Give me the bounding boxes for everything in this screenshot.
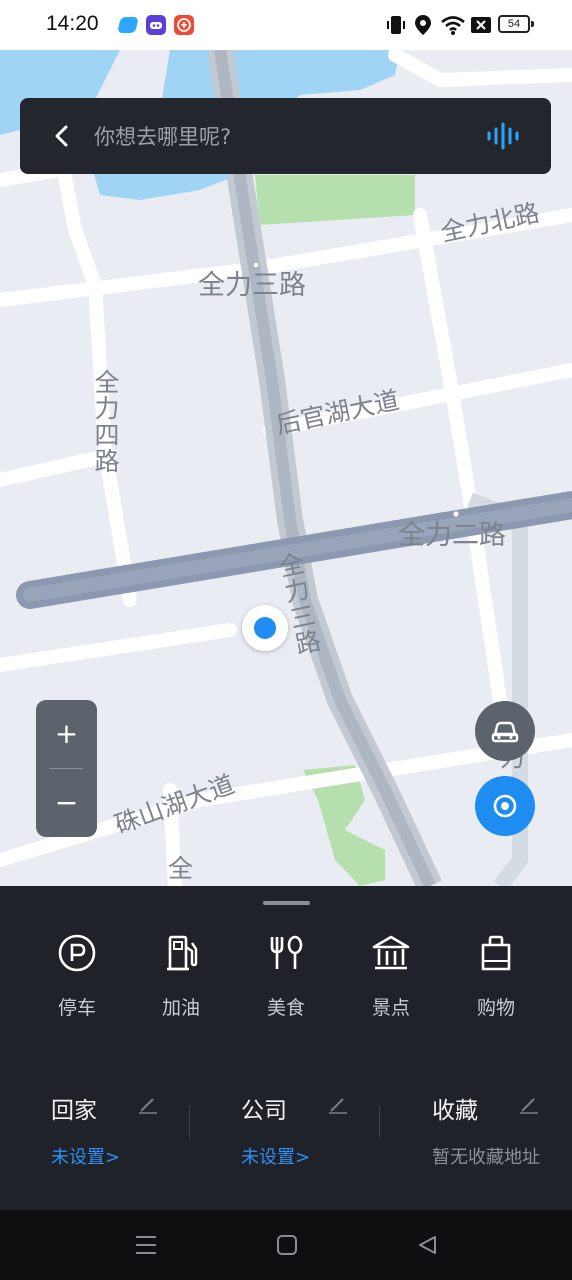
favorite-title: 回家 xyxy=(51,1098,97,1124)
home-icon[interactable] xyxy=(276,1234,298,1256)
favorite-status[interactable]: 未设置> xyxy=(241,1143,381,1169)
road-label-quanli-three: 全力三路 xyxy=(198,270,306,301)
category-label: 景点 xyxy=(371,997,410,1019)
favorite-title: 收藏 xyxy=(432,1098,478,1124)
favorite-separator xyxy=(379,1106,380,1138)
battery-level: 54 xyxy=(507,18,521,30)
locate-button[interactable] xyxy=(475,776,535,836)
edit-icon[interactable] xyxy=(327,1093,349,1115)
battery-tip xyxy=(531,21,534,27)
zoom-control: + − xyxy=(36,700,97,837)
category-label: 美食 xyxy=(266,997,305,1019)
parking-icon xyxy=(58,934,96,972)
system-nav-bar xyxy=(0,1210,572,1280)
category-scenic[interactable]: 景点 xyxy=(356,933,426,1020)
car-icon xyxy=(491,721,519,743)
category-label: 停车 xyxy=(57,997,96,1019)
category-shopping[interactable]: 购物 xyxy=(461,933,531,1020)
favorite-home[interactable]: 回家 未设置> xyxy=(51,1091,191,1169)
category-fuel[interactable]: 加油 xyxy=(146,933,216,1020)
scenic-icon xyxy=(372,935,410,970)
zoom-out-button[interactable]: − xyxy=(36,769,97,837)
category-parking[interactable]: 停车 xyxy=(42,933,112,1020)
search-bar[interactable] xyxy=(20,98,551,174)
road-label-quan: 全 xyxy=(168,854,194,883)
edit-icon[interactable] xyxy=(518,1093,540,1115)
favorite-status[interactable]: 未设置> xyxy=(51,1143,191,1169)
app-icon-blue xyxy=(117,17,139,33)
road-label-quanli-two: 全力二路 xyxy=(398,520,506,551)
fuel-icon xyxy=(167,935,198,971)
category-label: 购物 xyxy=(476,997,515,1019)
food-icon xyxy=(270,935,303,969)
search-input[interactable] xyxy=(92,116,476,158)
status-time: 14:20 xyxy=(46,12,99,35)
menu-icon[interactable] xyxy=(134,1234,158,1256)
app-icon-red xyxy=(174,15,194,35)
battery-icon: 54 xyxy=(498,15,530,33)
favorite-separator xyxy=(189,1106,190,1138)
location-pin-icon xyxy=(415,15,431,35)
back-chevron-icon[interactable] xyxy=(48,122,76,150)
shopping-bag-icon xyxy=(481,935,511,971)
vibrate-icon xyxy=(387,16,405,34)
locate-target-icon xyxy=(493,794,517,818)
drag-handle[interactable] xyxy=(263,901,310,905)
bottom-panel: 停车 加油 美食 景点 购物 回家 未设置> 公司 未设置> 收藏 暂无收藏地址 xyxy=(0,886,572,1210)
favorite-collection[interactable]: 收藏 暂无收藏地址 xyxy=(432,1091,572,1169)
back-icon[interactable] xyxy=(416,1234,438,1256)
category-label: 加油 xyxy=(161,997,200,1019)
favorite-title: 公司 xyxy=(241,1098,287,1124)
road-label-quanli-four: 全力四路 xyxy=(94,368,120,476)
favorite-company[interactable]: 公司 未设置> xyxy=(241,1091,381,1169)
current-location-dot xyxy=(254,617,276,639)
zoom-in-button[interactable]: + xyxy=(36,700,97,768)
voice-wave-icon[interactable] xyxy=(486,122,522,150)
current-location-marker xyxy=(242,605,288,651)
app-icon-robot xyxy=(146,15,166,35)
favorite-status: 暂无收藏地址 xyxy=(432,1147,540,1168)
signal-off-icon xyxy=(471,17,491,33)
wifi-icon xyxy=(441,16,465,35)
status-bar: 14:20 54 xyxy=(0,0,572,50)
edit-icon[interactable] xyxy=(137,1093,159,1115)
vehicle-button[interactable] xyxy=(475,701,535,761)
category-food[interactable]: 美食 xyxy=(251,933,321,1020)
